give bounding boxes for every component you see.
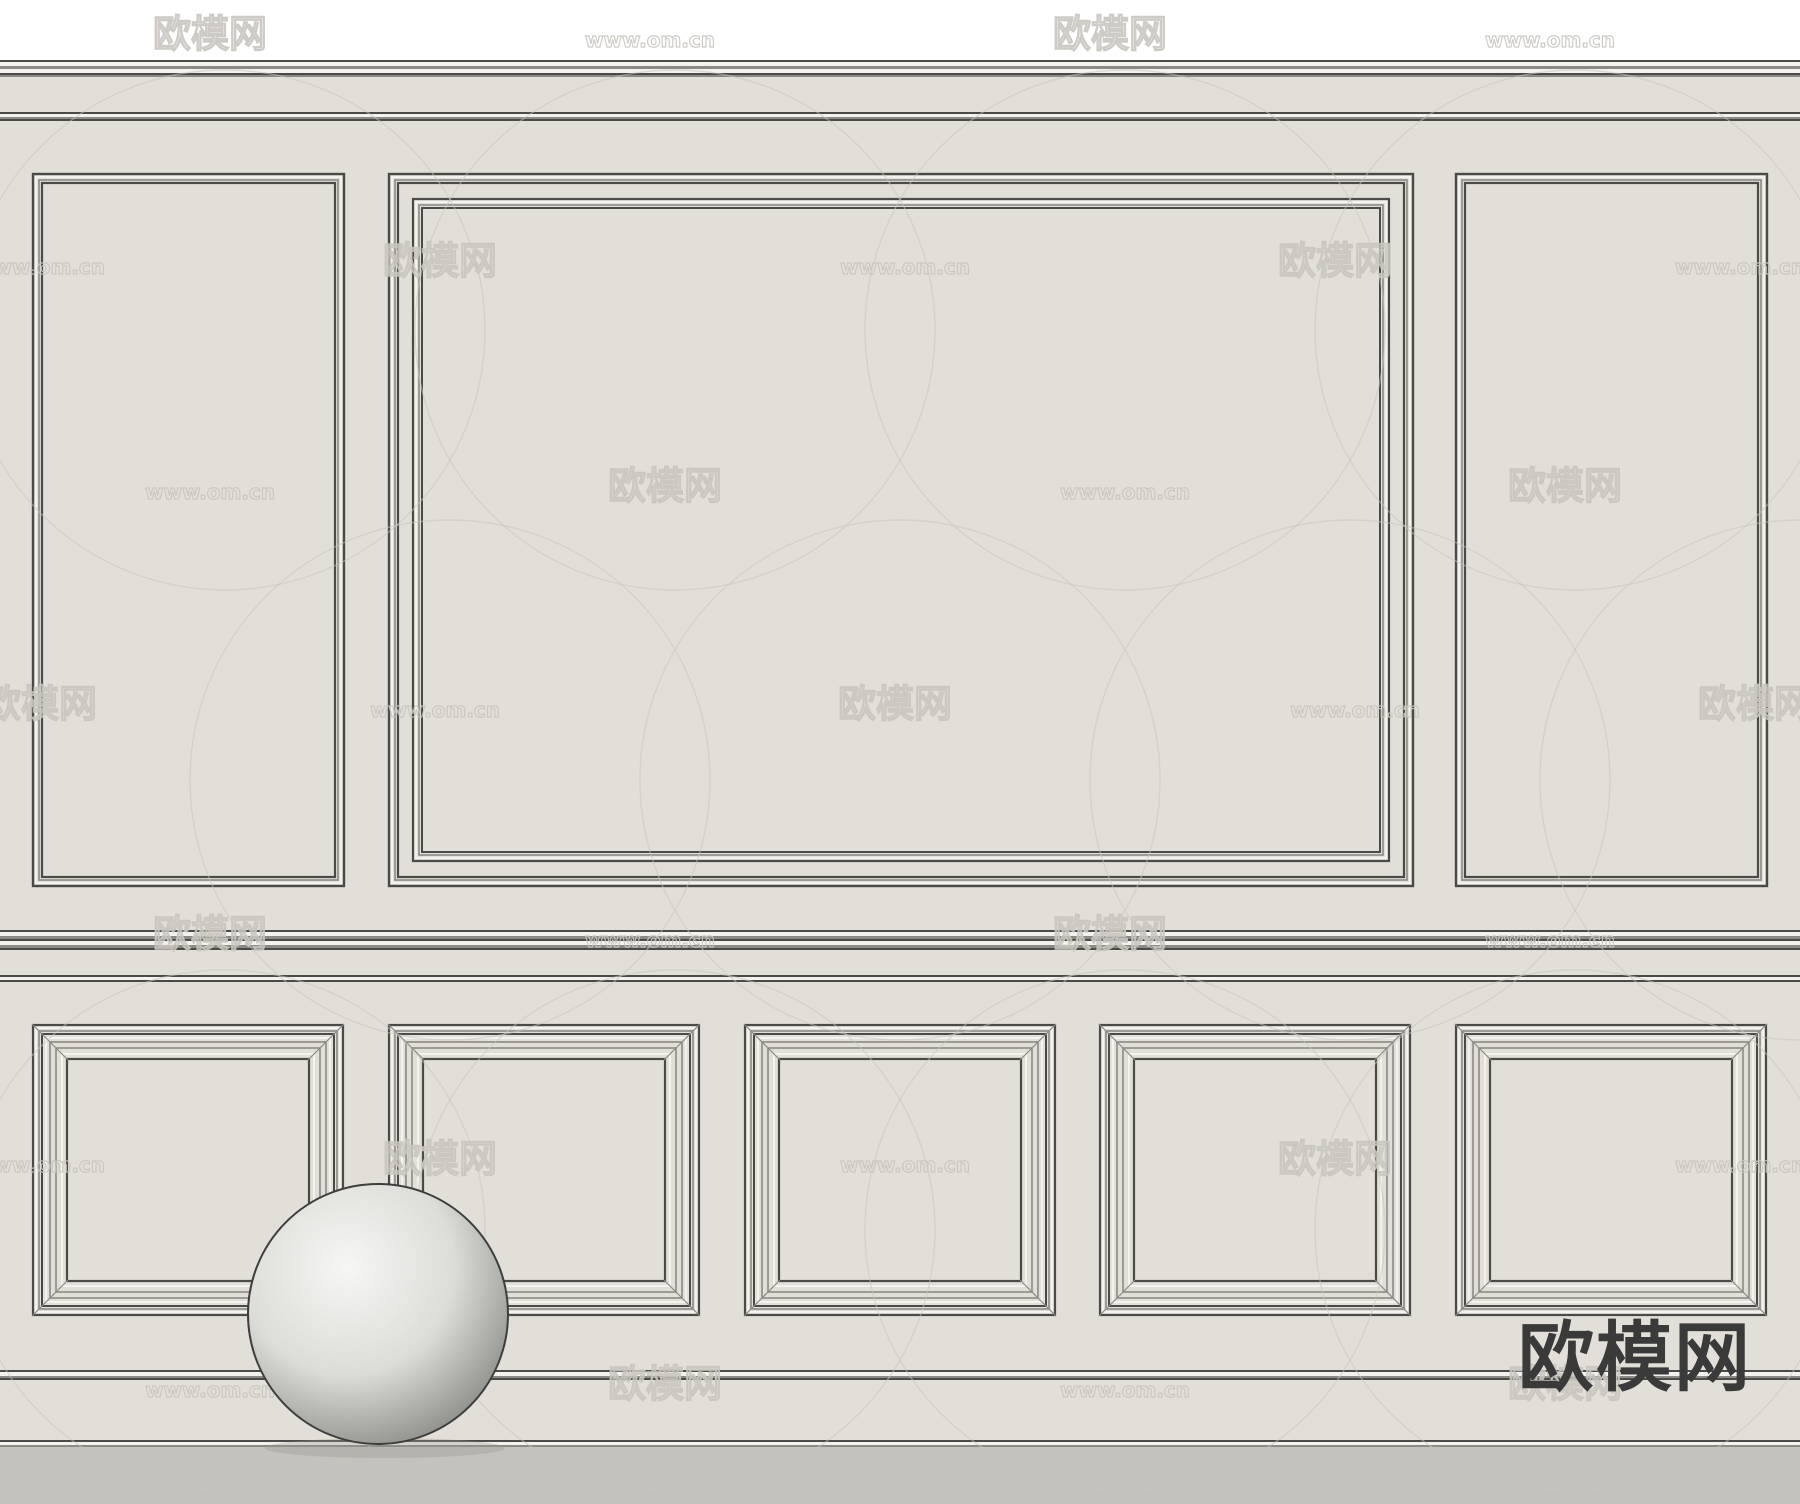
watermark-brand: 欧模网 xyxy=(1278,239,1392,283)
watermark-brand: 欧模网 xyxy=(838,682,952,726)
watermark-brand: 欧模网 xyxy=(153,12,267,56)
rail-lower-line xyxy=(0,975,1800,977)
cornice-lower-line xyxy=(0,117,1800,119)
watermark-url: www.om.cn xyxy=(585,928,715,952)
cornice-lower-line xyxy=(0,112,1800,114)
rail-lower xyxy=(0,975,1800,982)
watermark-url: www.om.cn xyxy=(0,1153,105,1177)
watermark-url: www.om.cn xyxy=(840,1153,970,1177)
cornice-lower-line xyxy=(0,119,1800,121)
watermark-brand: 欧模网 xyxy=(153,912,267,956)
sphere-body xyxy=(247,1183,509,1445)
watermark-url: www.om.cn xyxy=(1675,255,1800,279)
cornice-lower xyxy=(0,112,1800,121)
watermark-brand: 欧模网 xyxy=(608,464,722,508)
watermark-url: www.om.cn xyxy=(840,255,970,279)
cornice-line xyxy=(0,75,1800,77)
watermark-url: www.om.cn xyxy=(1290,698,1420,722)
watermark-brand: 欧模网 xyxy=(1278,1137,1392,1181)
watermark-url: www.om.cn xyxy=(1485,28,1615,52)
floor xyxy=(0,1447,1800,1504)
cornice-line xyxy=(0,66,1800,69)
watermark-url: www.om.cn xyxy=(1675,1153,1800,1177)
watermark-url: www.om.cn xyxy=(145,480,275,504)
watermark-brand: 欧模网 xyxy=(1053,12,1167,56)
rail-lower-line xyxy=(0,980,1800,982)
brand-logo: 欧模网 xyxy=(1518,1313,1752,1402)
baseboard-bottom-line xyxy=(0,1442,1800,1445)
cornice-line xyxy=(0,60,1800,62)
watermark-url: www.om.cn xyxy=(0,255,105,279)
watermark-url: www.om.cn xyxy=(370,698,500,722)
wall-panel-render: 欧模网 www.om.cn 欧模网 www.om.cn www.om.cn 欧模网 www.… xyxy=(0,0,1800,1504)
watermark-brand: 欧模网 xyxy=(1698,682,1800,726)
watermark-url: www.om.cn xyxy=(1060,1378,1190,1402)
baseboard-bottom-line xyxy=(0,1440,1800,1442)
watermark-brand: 欧模网 xyxy=(1053,912,1167,956)
watermark-brand: 欧模网 xyxy=(0,682,97,726)
rail-lower-line xyxy=(0,977,1800,980)
watermark-brand: 欧模网 xyxy=(383,239,497,283)
watermark-brand: 欧模网 xyxy=(383,1137,497,1181)
cornice-line xyxy=(0,69,1800,73)
watermark-brand: 欧模网 xyxy=(1508,464,1622,508)
watermark-url: www.om.cn xyxy=(1485,928,1615,952)
cornice-lower-line xyxy=(0,114,1800,117)
wall-panel-illustration: 欧模网 www.om.cn 欧模网 www.om.cn www.om.cn 欧模网 www.… xyxy=(0,0,1800,1504)
cornice-line xyxy=(0,62,1800,66)
watermark-url: www.om.cn xyxy=(585,28,715,52)
watermark-brand: 欧模网 xyxy=(608,1362,722,1406)
watermark-url: www.om.cn xyxy=(145,1378,275,1402)
watermark-url: www.om.cn xyxy=(1060,480,1190,504)
